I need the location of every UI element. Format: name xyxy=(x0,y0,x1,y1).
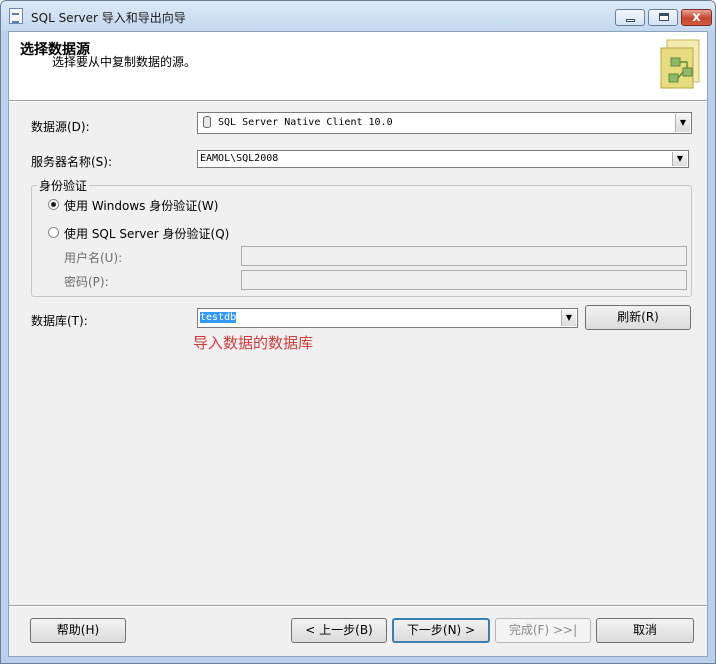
next-button[interactable]: 下一步(N) > xyxy=(392,618,490,643)
wizard-illustration-icon xyxy=(660,39,700,89)
annotation-text: 导入数据的数据库 xyxy=(193,334,314,352)
cancel-button[interactable]: 取消 xyxy=(596,618,694,643)
maximize-button[interactable] xyxy=(648,9,678,26)
chevron-down-icon[interactable]: ▼ xyxy=(561,310,576,326)
chevron-down-icon[interactable]: ▼ xyxy=(675,114,690,132)
help-button[interactable]: 帮助(H) xyxy=(30,618,126,643)
wizard-window: SQL Server 导入和导出向导 x 选择数据源 选择要从中复制数据的源。 xyxy=(0,0,716,664)
back-button[interactable]: < 上一步(B) xyxy=(291,618,387,643)
app-icon xyxy=(9,8,23,24)
auth-sql-label[interactable]: 使用 SQL Server 身份验证(Q) xyxy=(64,225,229,242)
datasource-dropdown[interactable]: SQL Server Native Client 10.0 ▼ xyxy=(197,112,692,134)
wizard-client-area: 选择数据源 选择要从中复制数据的源。 数据源(D): SQL Server Na… xyxy=(8,31,708,657)
auth-windows-radio[interactable] xyxy=(48,199,59,210)
servername-label: 服务器名称(S): xyxy=(31,155,113,169)
chevron-down-icon[interactable]: ▼ xyxy=(672,152,687,166)
database-value[interactable]: testdb xyxy=(200,309,237,327)
auth-sql-radio[interactable] xyxy=(48,227,59,238)
datasource-label: 数据源(D): xyxy=(31,120,90,134)
close-button[interactable]: x xyxy=(681,9,712,26)
minimize-icon xyxy=(626,19,635,22)
datasource-value: SQL Server Native Client 10.0 xyxy=(218,117,393,128)
auth-windows-label[interactable]: 使用 Windows 身份验证(W) xyxy=(64,197,218,214)
password-label: 密码(P): xyxy=(64,275,109,289)
servername-dropdown[interactable]: EAMOL\SQL2008 ▼ xyxy=(197,150,689,168)
finish-button[interactable]: 完成(F) >>| xyxy=(495,618,591,643)
page-subtitle: 选择要从中复制数据的源。 xyxy=(52,55,197,69)
authentication-group-label: 身份验证 xyxy=(37,177,90,194)
servername-value[interactable]: EAMOL\SQL2008 xyxy=(200,151,278,167)
header-separator xyxy=(9,100,707,102)
username-label: 用户名(U): xyxy=(64,251,123,265)
wizard-header: 选择数据源 选择要从中复制数据的源。 xyxy=(9,32,707,100)
window-title: SQL Server 导入和导出向导 xyxy=(31,11,186,25)
database-selected-text: testdb xyxy=(200,312,237,323)
username-field[interactable] xyxy=(241,246,687,266)
password-field[interactable] xyxy=(241,270,687,290)
refresh-button[interactable]: 刷新(R) xyxy=(585,305,691,330)
title-bar[interactable]: SQL Server 导入和导出向导 x xyxy=(1,1,715,31)
minimize-button[interactable] xyxy=(615,9,645,26)
database-icon xyxy=(203,116,211,128)
footer-separator xyxy=(9,605,707,607)
maximize-icon xyxy=(659,13,669,21)
close-icon: x xyxy=(692,10,701,25)
database-label: 数据库(T): xyxy=(31,314,88,328)
database-dropdown[interactable]: testdb ▼ xyxy=(197,308,578,328)
